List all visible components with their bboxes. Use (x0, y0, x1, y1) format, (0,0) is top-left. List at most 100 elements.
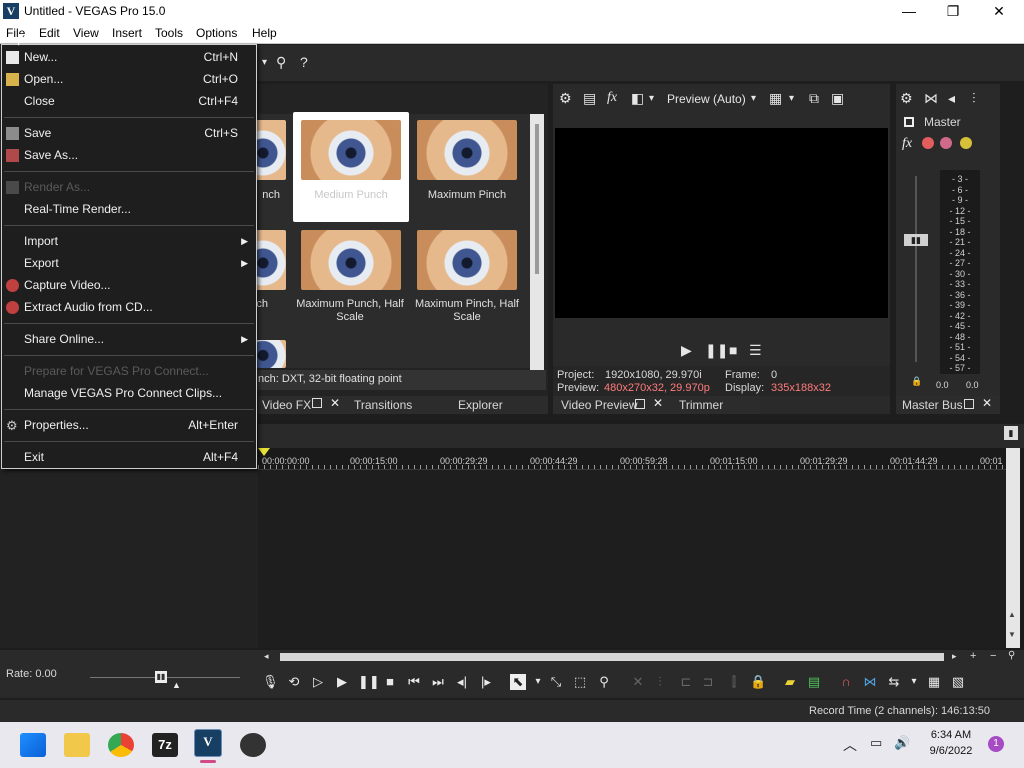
tab-video-preview[interactable]: Video Preview (561, 398, 638, 412)
master-fader-handle[interactable]: ▮▮ (904, 234, 928, 246)
file-explorer-icon[interactable] (64, 733, 90, 757)
menu-view[interactable]: View (73, 26, 99, 40)
zoom-in-icon[interactable]: + (970, 650, 976, 662)
loop-icon[interactable]: ⟲ (286, 674, 302, 690)
tab-transitions[interactable]: Transitions (354, 398, 412, 412)
go-to-end-icon[interactable]: ⏭ (430, 674, 446, 690)
dropdown-arrow-icon[interactable]: ▾ (751, 91, 756, 107)
fx-scrollbar-thumb[interactable] (535, 124, 539, 274)
scroll-up-icon[interactable]: ▲ (1008, 610, 1016, 619)
close-tab-icon[interactable]: ✕ (982, 396, 992, 410)
mute-icon[interactable] (940, 137, 952, 149)
fx-thumbnail[interactable] (301, 120, 401, 180)
zoom-tool-icon[interactable]: ⚲ (596, 674, 612, 690)
ignore-grouping-icon[interactable]: ▧ (950, 674, 966, 690)
fx-thumbnail[interactable] (301, 230, 401, 290)
minimize-button[interactable]: — (886, 0, 932, 22)
file-menu-save[interactable]: Save (24, 126, 51, 140)
tab-video-fx[interactable]: Video FX (262, 398, 311, 412)
envelope-tool-icon[interactable]: ⤡ (548, 674, 564, 690)
master-fader-track[interactable] (915, 176, 917, 362)
file-menu-realtime-render[interactable]: Real-Time Render... (24, 202, 131, 216)
file-menu-manage-connect[interactable]: Manage VEGAS Pro Connect Clips... (24, 386, 222, 400)
downmix-icon[interactable]: ⋈ (924, 90, 938, 106)
menu-help[interactable]: Help (252, 26, 277, 40)
go-to-start-icon[interactable]: ⏮ (406, 674, 422, 690)
insert-marker-icon[interactable]: ▰ (782, 674, 798, 690)
stop-icon[interactable]: ■ (382, 674, 398, 690)
copy-snapshot-icon[interactable]: ⧉ (809, 90, 819, 106)
pause-icon[interactable]: ❚❚ (705, 342, 728, 358)
video-preview-screen[interactable] (555, 128, 888, 318)
file-menu-new[interactable]: New... (24, 50, 57, 64)
file-menu-share-online[interactable]: Share Online... (24, 332, 104, 346)
preview-quality-select[interactable]: Preview (Auto) (667, 92, 746, 106)
chrome-icon[interactable] (108, 733, 134, 757)
rate-slider-handle[interactable]: ▮▮ (155, 671, 167, 683)
dropdown-arrow-icon[interactable]: ▾ (530, 674, 546, 690)
dim-output-icon[interactable]: ◂ (948, 90, 955, 106)
lock-envelopes-icon[interactable]: ▦ (926, 674, 942, 690)
zoom-out-icon[interactable]: − (990, 650, 996, 662)
selection-tool-icon[interactable]: ⬚ (572, 674, 588, 690)
whats-this-icon[interactable]: ⚲ (276, 54, 286, 70)
vegas-taskbar-icon[interactable]: V (194, 729, 222, 757)
timeline-hscroll[interactable]: ◂ ▸ + − ⚲ (258, 650, 1024, 664)
file-menu-import[interactable]: Import (24, 234, 58, 248)
snapping-icon[interactable]: ∩ (838, 674, 854, 690)
volume-icon[interactable]: 🔊 (894, 735, 910, 751)
tab-explorer[interactable]: Explorer (458, 398, 503, 412)
solo-icon[interactable] (960, 137, 972, 149)
ripple-edit-icon[interactable]: ⇆ (886, 674, 902, 690)
master-checkbox[interactable] (904, 117, 914, 127)
fx-icon[interactable]: fx (607, 90, 617, 106)
mixer-icon[interactable]: ⫶ (972, 90, 976, 106)
dropdown-arrow-icon[interactable]: ▾ (789, 91, 794, 107)
menu-tools[interactable]: Tools (155, 26, 183, 40)
network-icon[interactable]: ▭ (870, 735, 882, 751)
external-monitor-icon[interactable]: ▤ (583, 90, 596, 106)
menu-edit[interactable]: Edit (39, 26, 60, 40)
scroll-left-icon[interactable]: ◂ (264, 651, 269, 662)
grid-overlay-icon[interactable]: ▦ (769, 90, 782, 106)
fx-thumbnail[interactable] (417, 120, 517, 180)
windows-start-icon[interactable] (20, 733, 46, 757)
insert-region-icon[interactable]: ▤ (806, 674, 822, 690)
app-icon[interactable] (240, 733, 266, 757)
split-screen-icon[interactable]: ◧ (631, 90, 644, 106)
clock-date[interactable]: 9/6/2022 (922, 745, 980, 757)
file-menu-exit[interactable]: Exit (24, 450, 44, 464)
dropdown-arrow-icon[interactable]: ▾ (906, 674, 922, 690)
sevenzip-icon[interactable]: 7z (152, 733, 178, 757)
track-area[interactable] (258, 470, 1006, 648)
automation-icon[interactable] (922, 137, 934, 149)
auto-crossfade-icon[interactable]: ⋈ (862, 674, 878, 690)
next-frame-icon[interactable]: |▸ (478, 674, 494, 690)
fx-thumbnail[interactable] (417, 230, 517, 290)
gear-icon[interactable]: ⚙ (900, 90, 913, 106)
play-icon[interactable]: ▶ (681, 342, 692, 358)
normal-edit-tool-icon[interactable]: ⬉ (510, 674, 526, 690)
close-tab-icon[interactable]: ✕ (653, 396, 663, 410)
menu-insert[interactable]: Insert (112, 26, 142, 40)
menu-options[interactable]: Options (196, 26, 237, 40)
undock-icon[interactable] (964, 399, 974, 409)
menu-icon[interactable]: ☰ (749, 342, 762, 358)
undock-icon[interactable] (635, 399, 645, 409)
pause-icon[interactable]: ❚❚ (358, 674, 380, 690)
prev-frame-icon[interactable]: ◂| (454, 674, 470, 690)
dropdown-arrow-icon[interactable]: ▾ (649, 91, 654, 107)
undock-icon[interactable] (312, 398, 322, 408)
play-from-start-icon[interactable]: ▷ (310, 674, 326, 690)
fx-icon[interactable]: fx (902, 136, 912, 152)
cursor-marker-icon[interactable] (258, 448, 270, 456)
timeline-vscroll[interactable]: ▲ ▼ (1006, 448, 1020, 648)
file-menu-capture-video[interactable]: Capture Video... (24, 278, 111, 292)
time-ruler[interactable]: 00:00:00:00 00:00:15:00 00:00:29:29 00:0… (258, 448, 1006, 470)
maximize-button[interactable]: ❐ (930, 0, 976, 22)
file-menu-extract-audio[interactable]: Extract Audio from CD... (24, 300, 153, 314)
save-snapshot-icon[interactable]: ▣ (831, 90, 844, 106)
lock-icon[interactable]: 🔒 (911, 376, 922, 387)
close-tab-icon[interactable]: ✕ (330, 396, 340, 410)
magnify-icon[interactable]: ⚲ (1008, 650, 1015, 661)
